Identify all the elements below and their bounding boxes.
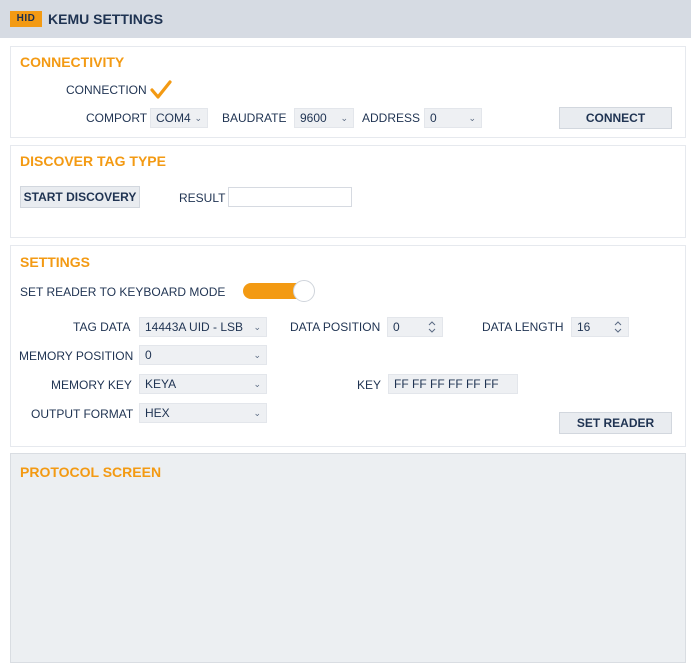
data-position-label: DATA POSITION: [290, 320, 381, 334]
protocol-title: PROTOCOL SCREEN: [20, 464, 162, 480]
memory-position-value: 0: [145, 348, 152, 362]
tag-data-label: TAG DATA: [73, 320, 131, 334]
output-format-select[interactable]: HEX ⌄: [139, 403, 267, 423]
key-value: FF FF FF FF FF FF: [394, 377, 499, 391]
data-position-spinner[interactable]: 0: [387, 317, 443, 337]
comport-select[interactable]: COM4 ⌄: [150, 108, 208, 128]
data-length-value: 16: [577, 320, 591, 334]
hid-logo: HID: [10, 11, 42, 27]
address-value: 0: [430, 111, 437, 125]
chevron-down-icon: ⌄: [253, 379, 261, 389]
keyboard-mode-label: SET READER TO KEYBOARD MODE: [20, 285, 226, 299]
data-length-label: DATA LENGTH: [482, 320, 564, 334]
comport-value: COM4: [156, 111, 191, 125]
keyboard-mode-toggle[interactable]: [243, 280, 315, 302]
tag-data-value: 14443A UID - LSB: [145, 320, 244, 334]
discover-panel: DISCOVER TAG TYPE START DISCOVERY RESULT: [10, 145, 686, 238]
baudrate-value: 9600: [300, 111, 327, 125]
spinner-arrows-icon: [428, 321, 436, 333]
memory-key-select[interactable]: KEYA ⌄: [139, 374, 267, 394]
memory-key-label: MEMORY KEY: [51, 378, 132, 392]
connection-checkbox[interactable]: [149, 79, 173, 101]
memory-key-value: KEYA: [145, 377, 177, 391]
app-title: KEMU SETTINGS: [48, 11, 164, 27]
chevron-down-icon: ⌄: [253, 408, 261, 418]
set-reader-button[interactable]: SET READER: [559, 412, 672, 434]
tag-data-select[interactable]: 14443A UID - LSB ⌄: [139, 317, 267, 337]
discover-title: DISCOVER TAG TYPE: [20, 153, 166, 169]
key-field[interactable]: FF FF FF FF FF FF: [388, 374, 518, 394]
connectivity-panel: CONNECTIVITY CONNECTION COMPORT COM4 ⌄ B…: [10, 46, 686, 138]
address-select[interactable]: 0 ⌄: [424, 108, 482, 128]
chevron-down-icon: ⌄: [468, 113, 476, 123]
toggle-knob: [293, 280, 315, 302]
protocol-screen[interactable]: PROTOCOL SCREEN: [10, 453, 686, 663]
checkmark-icon: [150, 80, 172, 99]
spinner-arrows-icon: [614, 321, 622, 333]
title-bar: HID KEMU SETTINGS: [0, 0, 691, 38]
baudrate-label: BAUDRATE: [222, 111, 287, 125]
chevron-down-icon: ⌄: [340, 113, 348, 123]
connectivity-title: CONNECTIVITY: [20, 54, 125, 70]
connect-button[interactable]: CONNECT: [559, 107, 672, 129]
start-discovery-button[interactable]: START DISCOVERY: [20, 186, 140, 208]
data-length-spinner[interactable]: 16: [571, 317, 629, 337]
result-field[interactable]: [228, 187, 352, 207]
address-label: ADDRESS: [362, 111, 421, 125]
baudrate-select[interactable]: 9600 ⌄: [294, 108, 354, 128]
comport-label: COMPORT: [86, 111, 148, 125]
settings-title: SETTINGS: [20, 254, 91, 270]
chevron-down-icon: ⌄: [194, 113, 202, 123]
key-label: KEY: [357, 378, 382, 392]
settings-panel: SETTINGS SET READER TO KEYBOARD MODE TAG…: [10, 245, 686, 447]
output-format-label: OUTPUT FORMAT: [31, 407, 134, 421]
output-format-value: HEX: [145, 406, 170, 420]
memory-position-label: MEMORY POSITION: [19, 349, 134, 363]
data-position-value: 0: [393, 320, 400, 334]
chevron-down-icon: ⌄: [253, 322, 261, 332]
connection-label: CONNECTION: [66, 83, 147, 97]
memory-position-select[interactable]: 0 ⌄: [139, 345, 267, 365]
chevron-down-icon: ⌄: [253, 350, 261, 360]
result-label: RESULT: [179, 191, 226, 205]
